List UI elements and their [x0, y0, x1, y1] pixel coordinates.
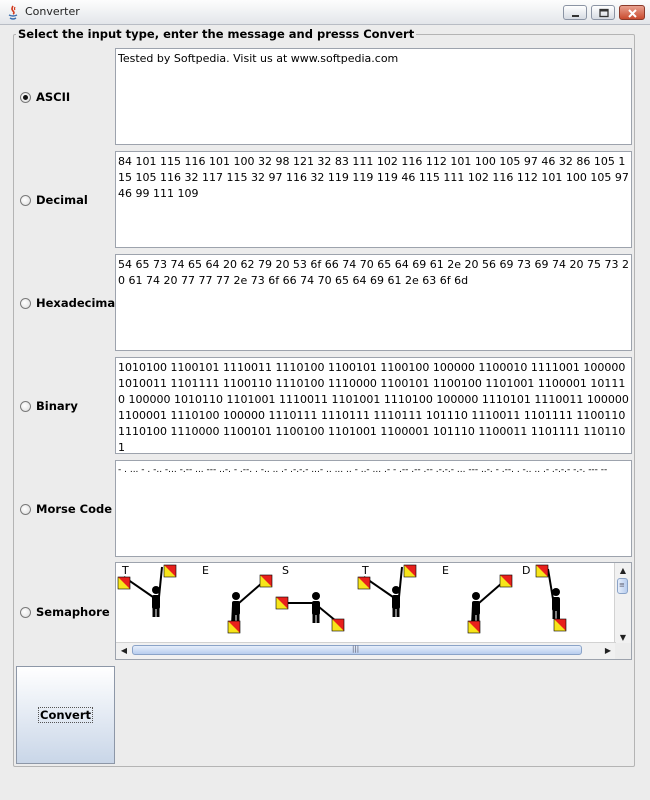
semaphore-figures [117, 564, 567, 634]
radio-morse[interactable]: Morse Code [20, 501, 112, 517]
semaphore-figure-e [467, 574, 513, 634]
semaphore-figure-t [117, 564, 177, 617]
semaphore-canvas: T E S T E D [116, 563, 616, 643]
radio-morse-label: Morse Code [36, 502, 113, 516]
radio-hexadecimal[interactable]: Hexadecimal [20, 295, 119, 311]
radio-semaphore-circle[interactable] [20, 606, 31, 618]
semaphore-scroll-pane[interactable]: T E S T E D ▲ ≡ ▼ ◀ ||| ▶ [115, 562, 632, 660]
scroll-corner [615, 643, 631, 659]
maximize-icon [599, 8, 609, 18]
radio-binary-label: Binary [36, 399, 78, 413]
radio-ascii-label: ASCII [36, 90, 71, 104]
radio-ascii-circle[interactable] [20, 91, 31, 103]
radio-decimal-label: Decimal [36, 193, 88, 207]
window-title: Converter [25, 5, 80, 18]
minimize-icon [572, 15, 579, 17]
scroll-right-icon[interactable]: ▶ [601, 643, 615, 657]
vertical-scroll-thumb[interactable]: ≡ [617, 578, 628, 594]
semaphore-horizontal-scrollbar[interactable]: ◀ ||| ▶ [116, 642, 616, 659]
radio-binary-circle[interactable] [20, 400, 31, 412]
title-bar: Converter [0, 0, 650, 25]
radio-decimal[interactable]: Decimal [20, 192, 88, 208]
scroll-left-icon[interactable]: ◀ [117, 643, 131, 657]
decimal-textarea[interactable]: 84 101 115 116 101 100 32 98 121 32 83 1… [115, 151, 632, 248]
binary-textarea[interactable]: 1010100 1100101 1110011 1110100 1100101 … [115, 357, 632, 454]
radio-morse-circle[interactable] [20, 503, 31, 515]
convert-button-label: Convert [38, 707, 93, 723]
radio-decimal-circle[interactable] [20, 194, 31, 206]
radio-hexadecimal-circle[interactable] [20, 297, 31, 309]
minimize-button[interactable] [563, 5, 587, 20]
java-app-icon [8, 5, 18, 20]
horizontal-scroll-thumb[interactable]: ||| [132, 645, 582, 655]
radio-semaphore-label: Semaphore [36, 605, 110, 619]
panel-legend: Select the input type, enter the message… [16, 27, 417, 41]
radio-ascii[interactable]: ASCII [20, 89, 70, 105]
radio-hexadecimal-label: Hexadecimal [36, 296, 120, 310]
scroll-up-icon[interactable]: ▲ [616, 563, 630, 577]
radio-binary[interactable]: Binary [20, 398, 78, 414]
semaphore-figure-d [535, 564, 567, 632]
close-button[interactable] [619, 5, 645, 20]
close-icon [628, 9, 637, 18]
semaphore-figure-s [275, 592, 345, 632]
hexadecimal-textarea[interactable]: 54 65 73 74 65 64 20 62 79 20 53 6f 66 7… [115, 254, 632, 351]
semaphore-vertical-scrollbar[interactable]: ▲ ≡ ▼ [614, 563, 631, 644]
ascii-textarea[interactable]: Tested by Softpedia. Visit us at www.sof… [115, 48, 632, 145]
semaphore-figure-t [357, 564, 417, 617]
maximize-button[interactable] [591, 5, 615, 20]
scroll-down-icon[interactable]: ▼ [616, 630, 630, 644]
semaphore-figure-e [227, 574, 273, 634]
morse-textarea[interactable]: - . ... - . -.. -... -.-- ... --- ..-. -… [115, 460, 632, 557]
radio-semaphore[interactable]: Semaphore [20, 604, 110, 620]
convert-button[interactable]: Convert [16, 666, 115, 764]
